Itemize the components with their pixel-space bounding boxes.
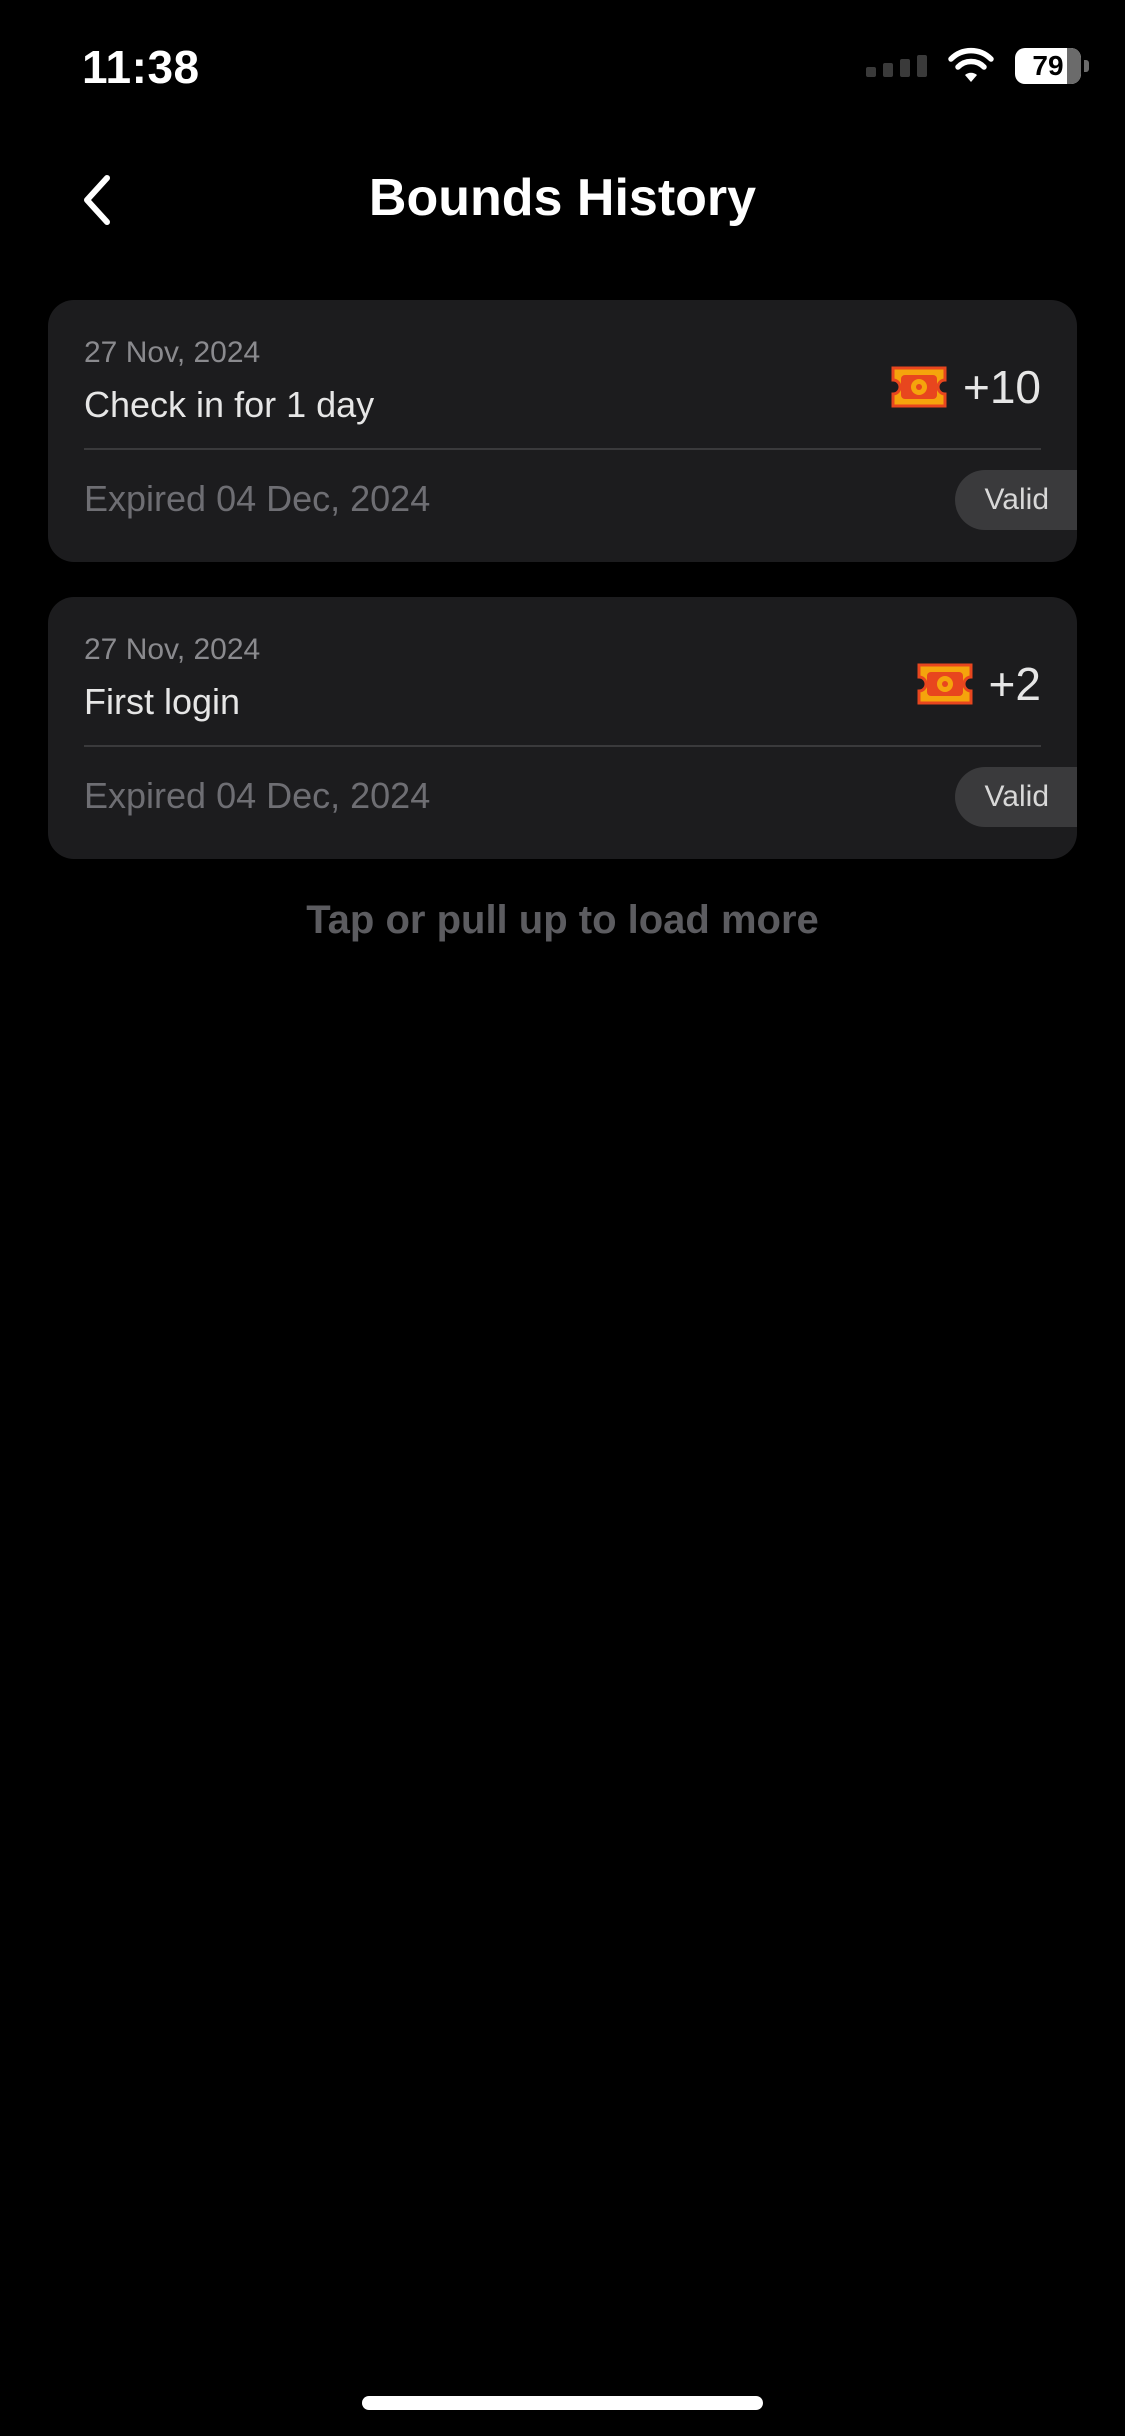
wifi-icon	[948, 47, 994, 82]
card-divider	[84, 745, 1041, 747]
card-divider	[84, 448, 1041, 450]
record-reward: +10	[889, 360, 1041, 414]
record-date: 27 Nov, 2024	[84, 633, 261, 666]
bounds-history-screen: 11:38 79 Bounds History 27 Nov, 2024 Che…	[0, 0, 1125, 2436]
record-expiry: Expired 04 Dec, 2024	[84, 775, 431, 816]
nav-header: Bounds History	[0, 140, 1125, 260]
ticket-icon	[917, 663, 973, 705]
status-badge: Valid	[954, 470, 1077, 530]
record-reward: +2	[915, 657, 1041, 711]
status-indicators: 79	[866, 46, 1089, 86]
record-expiry: Expired 04 Dec, 2024	[84, 478, 431, 519]
battery-level: 79	[1032, 50, 1064, 81]
ticket-icon	[891, 366, 947, 408]
status-bar: 11:38 79	[0, 0, 1125, 140]
battery-icon: 79	[1015, 48, 1089, 84]
history-card[interactable]: 27 Nov, 2024 Check in for 1 day +10 Expi…	[48, 300, 1077, 562]
home-indicator[interactable]	[362, 2396, 763, 2410]
page-title: Bounds History	[368, 169, 757, 227]
history-card[interactable]: 27 Nov, 2024 First login +2 Expired 04 D…	[48, 597, 1077, 859]
status-badge: Valid	[954, 767, 1077, 827]
history-list: 27 Nov, 2024 Check in for 1 day +10 Expi…	[48, 300, 1077, 894]
load-more-button[interactable]: Tap or pull up to load more	[0, 898, 1125, 943]
record-title: Check in for 1 day	[84, 384, 375, 425]
reward-amount: +2	[988, 658, 1041, 710]
status-time: 11:38	[82, 41, 200, 93]
reward-amount: +10	[962, 361, 1041, 413]
record-date: 27 Nov, 2024	[84, 336, 261, 369]
record-title: First login	[84, 681, 241, 722]
cellular-signal-icon	[866, 55, 927, 77]
